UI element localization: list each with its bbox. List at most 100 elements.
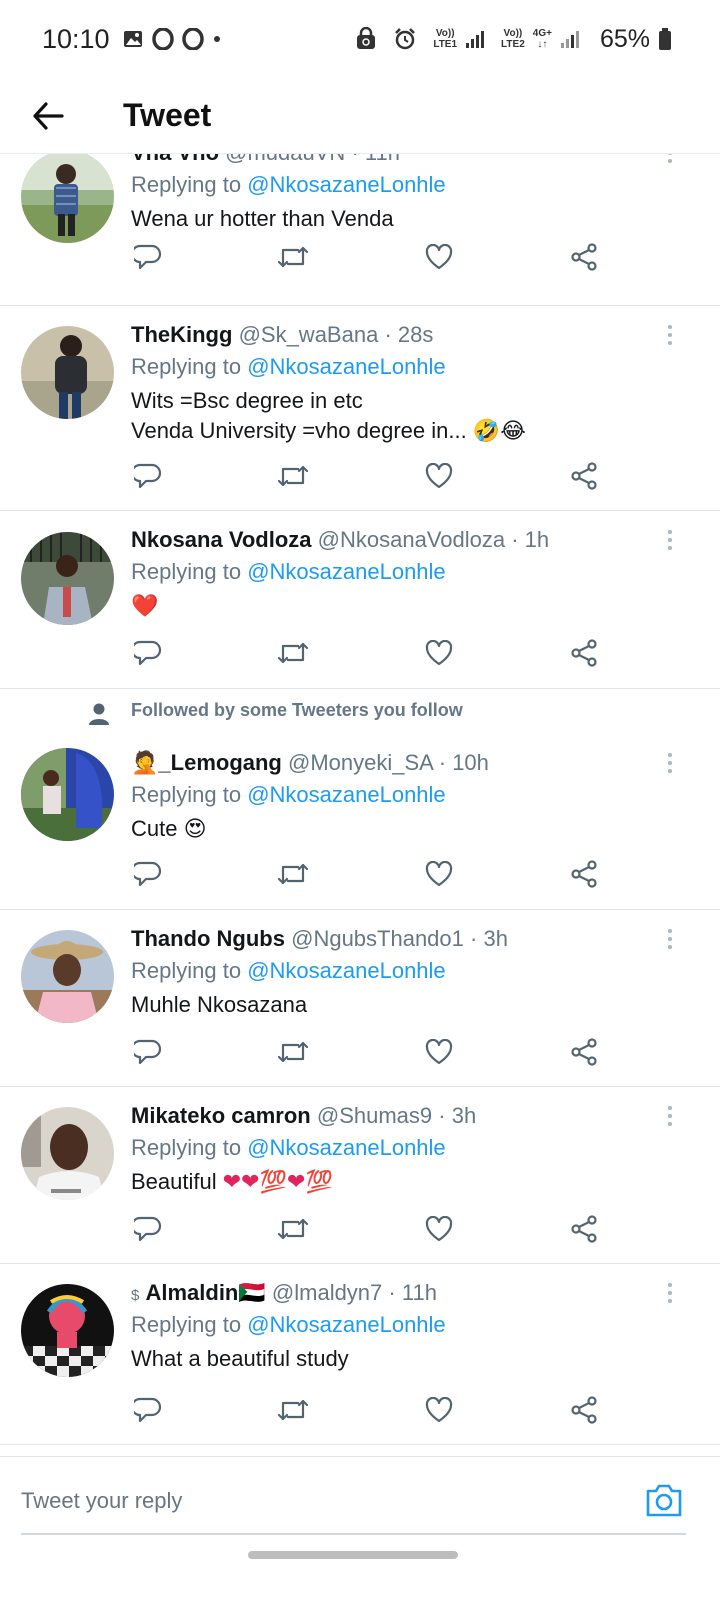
tweet-actions [131, 854, 601, 894]
reply-button[interactable] [131, 1212, 165, 1246]
reply-handle-link[interactable]: @NkosazaneLonhle [247, 172, 445, 197]
tweet-item[interactable]: Thando Ngubs @NgubsThando1 · 3h Replying… [0, 910, 720, 1087]
camera-icon [646, 1484, 682, 1517]
status-time: 10:10 [42, 23, 110, 54]
user-handle: @lmaldyn7 [271, 1280, 383, 1305]
reply-button[interactable] [131, 1393, 165, 1427]
display-name[interactable]: Almaldin [145, 1280, 238, 1305]
tweet-item[interactable]: Mikateko camron @Shumas9 · 3h Replying t… [0, 1087, 720, 1264]
share-button[interactable] [567, 857, 601, 891]
battery-percent: 65% [599, 24, 650, 53]
reply-button[interactable] [131, 857, 165, 891]
share-icon [571, 639, 597, 667]
like-button[interactable] [422, 857, 456, 891]
reply-button[interactable] [131, 240, 165, 274]
retweet-icon [278, 642, 309, 664]
display-name[interactable]: TheKingg [131, 322, 232, 347]
reply-handle-link[interactable]: @NkosazaneLonhle [247, 1312, 445, 1337]
display-name[interactable]: Vha Vho [131, 154, 219, 165]
share-button[interactable] [567, 459, 601, 493]
like-button[interactable] [422, 240, 456, 274]
retweet-button[interactable] [276, 1393, 310, 1427]
avatar[interactable] [21, 532, 114, 625]
tweet-time: · 3h [470, 926, 508, 951]
user-handle: @Sk_waBana [238, 322, 379, 347]
display-name[interactable]: Mikateko camron [131, 1103, 311, 1128]
reply-handle-link[interactable]: @NkosazaneLonhle [247, 958, 445, 983]
tweet-emoji: ❤❤💯❤💯 [222, 1170, 333, 1195]
camera-button[interactable] [644, 1481, 684, 1521]
retweet-button[interactable] [276, 636, 310, 670]
reply-handle-link[interactable]: @NkosazaneLonhle [247, 354, 445, 379]
tweet-text: Cute 😍 [131, 816, 207, 842]
tweet-header: Nkosana Vodloza @NkosanaVodloza · 1h [131, 525, 700, 555]
name-prefix: $ [131, 1287, 140, 1304]
comment-icon [134, 640, 162, 666]
more-options-button[interactable] [660, 1278, 680, 1308]
more-options-button[interactable] [660, 748, 680, 778]
retweet-button[interactable] [276, 1212, 310, 1246]
tweet-actions [131, 237, 601, 277]
reply-feed[interactable]: Vha Vho @mudauVN · 11h Replying to @Nkos… [0, 154, 720, 1454]
display-name[interactable]: Thando Ngubs [131, 926, 285, 951]
more-options-button[interactable] [660, 1101, 680, 1131]
avatar[interactable] [21, 1284, 114, 1377]
avatar[interactable] [21, 326, 114, 419]
more-options-button[interactable] [660, 320, 680, 350]
tweet-item[interactable]: 🤦_Lemogang @Monyeki_SA · 10h Replying to… [0, 734, 720, 910]
like-button[interactable] [422, 636, 456, 670]
retweet-button[interactable] [276, 459, 310, 493]
heart-icon [425, 861, 452, 887]
share-icon [571, 1215, 597, 1243]
display-name[interactable]: _Lemogang [158, 750, 281, 775]
replying-to: Replying to @NkosazaneLonhle [131, 559, 446, 584]
tweet-text: Wena ur hotter than Venda [131, 206, 394, 231]
app-header: Tweet [0, 78, 720, 154]
gallery-icon [122, 28, 144, 50]
like-button[interactable] [422, 1035, 456, 1069]
tweet-item[interactable]: Vha Vho @mudauVN · 11h Replying to @Nkos… [0, 154, 720, 306]
like-button[interactable] [422, 459, 456, 493]
user-handle: @NkosanaVodloza [317, 527, 506, 552]
more-options-button[interactable] [660, 525, 680, 555]
tweet-item[interactable]: $ Almaldin🇸🇩 @lmaldyn7 · 11h Replying to… [0, 1264, 720, 1445]
tweet-time: · 3h [438, 1103, 477, 1128]
tweet-header: Vha Vho @mudauVN · 11h [131, 154, 700, 168]
reply-button[interactable] [131, 459, 165, 493]
back-button[interactable] [18, 86, 78, 146]
avatar[interactable] [21, 154, 114, 243]
network-1-label: Vo)) LTE1 [433, 28, 458, 50]
avatar[interactable] [21, 748, 114, 841]
tweet-actions [131, 633, 601, 673]
display-name[interactable]: Nkosana Vodloza [131, 527, 312, 552]
share-button[interactable] [567, 636, 601, 670]
more-options-button[interactable] [660, 154, 680, 168]
reply-handle-link[interactable]: @NkosazaneLonhle [247, 1135, 445, 1160]
reply-button[interactable] [131, 636, 165, 670]
reply-input[interactable] [21, 1479, 621, 1523]
retweet-button[interactable] [276, 240, 310, 274]
share-button[interactable] [567, 1393, 601, 1427]
share-button[interactable] [567, 240, 601, 274]
retweet-button[interactable] [276, 1035, 310, 1069]
reply-handle-link[interactable]: @NkosazaneLonhle [247, 559, 445, 584]
reply-button[interactable] [131, 1035, 165, 1069]
heart-icon [425, 1397, 452, 1423]
avatar[interactable] [21, 930, 114, 1023]
replying-to: Replying to @NkosazaneLonhle [131, 782, 446, 807]
like-button[interactable] [422, 1212, 456, 1246]
reply-bar [0, 1456, 720, 1546]
share-button[interactable] [567, 1212, 601, 1246]
like-button[interactable] [422, 1393, 456, 1427]
replying-to: Replying to @NkosazaneLonhle [131, 1312, 446, 1337]
tweet-item[interactable]: Nkosana Vodloza @NkosanaVodloza · 1h Rep… [0, 511, 720, 689]
home-indicator[interactable] [248, 1551, 458, 1559]
retweet-button[interactable] [276, 857, 310, 891]
share-button[interactable] [567, 1035, 601, 1069]
tweet-text: ❤️ [131, 591, 700, 622]
more-options-button[interactable] [660, 924, 680, 954]
replying-to: Replying to @NkosazaneLonhle [131, 958, 446, 983]
avatar[interactable] [21, 1107, 114, 1200]
tweet-item[interactable]: TheKingg @Sk_waBana · 28s Replying to @N… [0, 306, 720, 511]
reply-handle-link[interactable]: @NkosazaneLonhle [247, 782, 445, 807]
